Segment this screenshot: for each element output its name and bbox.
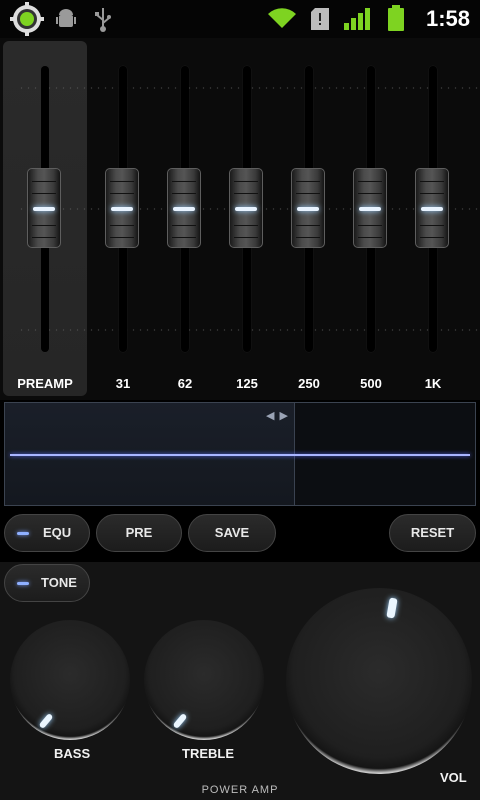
usb-icon bbox=[93, 6, 113, 37]
slider-thumb[interactable] bbox=[105, 168, 139, 248]
tone-label: TONE bbox=[41, 575, 77, 590]
slider-thumb[interactable] bbox=[353, 168, 387, 248]
status-bar: 1:58 bbox=[0, 0, 480, 38]
band-label-62: 62 bbox=[177, 376, 193, 391]
eq-curve-line bbox=[10, 454, 470, 456]
treble-knob[interactable] bbox=[144, 620, 264, 740]
eq-slider-31[interactable] bbox=[98, 60, 148, 360]
volume-indicator-icon bbox=[386, 597, 398, 619]
slider-thumb[interactable] bbox=[27, 168, 61, 248]
bass-label: BASS bbox=[54, 746, 91, 761]
scroll-arrows-icon[interactable]: ◀ ▶ bbox=[266, 409, 289, 422]
equ-label: EQU bbox=[43, 525, 72, 540]
tone-toggle-button[interactable]: TONE bbox=[4, 564, 90, 602]
band-label-preamp: PREAMP bbox=[17, 376, 73, 391]
eq-slider-250[interactable] bbox=[284, 60, 334, 360]
slider-thumb[interactable] bbox=[415, 168, 449, 248]
eq-slider-500[interactable] bbox=[346, 60, 396, 360]
tone-indicator-icon bbox=[17, 582, 29, 585]
bass-knob[interactable] bbox=[10, 620, 130, 740]
eq-slider-125[interactable] bbox=[222, 60, 272, 360]
presets-button[interactable]: PRE bbox=[96, 514, 182, 552]
sd-card-icon bbox=[311, 8, 329, 35]
eq-slider-1k[interactable] bbox=[408, 60, 458, 360]
band-label-125: 125 bbox=[236, 376, 258, 391]
clock: 1:58 bbox=[425, 6, 470, 31]
treble-label: TREBLE bbox=[182, 746, 234, 761]
battery-icon bbox=[387, 5, 405, 36]
slider-thumb[interactable] bbox=[167, 168, 201, 248]
band-label-250: 250 bbox=[298, 376, 320, 391]
eq-slider-62[interactable] bbox=[160, 60, 210, 360]
treble-indicator-icon bbox=[172, 712, 188, 730]
poweramp-app-icon[interactable] bbox=[8, 2, 46, 41]
wifi-icon bbox=[266, 6, 298, 35]
brand-logo: POWER AMP bbox=[201, 784, 279, 796]
band-label-500: 500 bbox=[360, 376, 382, 391]
reset-button[interactable]: RESET bbox=[389, 514, 476, 552]
slider-thumb[interactable] bbox=[291, 168, 325, 248]
bass-indicator-icon bbox=[38, 712, 54, 730]
equ-indicator-icon bbox=[17, 532, 29, 535]
android-debug-icon bbox=[55, 8, 77, 35]
vol-label: VOL bbox=[440, 770, 467, 785]
band-label-31: 31 bbox=[115, 376, 131, 391]
band-label-1k: 1K bbox=[424, 376, 442, 391]
signal-icon bbox=[344, 8, 372, 35]
volume-knob[interactable] bbox=[286, 588, 472, 774]
equ-toggle-button[interactable]: EQU bbox=[4, 514, 90, 552]
save-button[interactable]: SAVE bbox=[188, 514, 276, 552]
eq-slider-preamp[interactable] bbox=[20, 60, 70, 360]
slider-thumb[interactable] bbox=[229, 168, 263, 248]
